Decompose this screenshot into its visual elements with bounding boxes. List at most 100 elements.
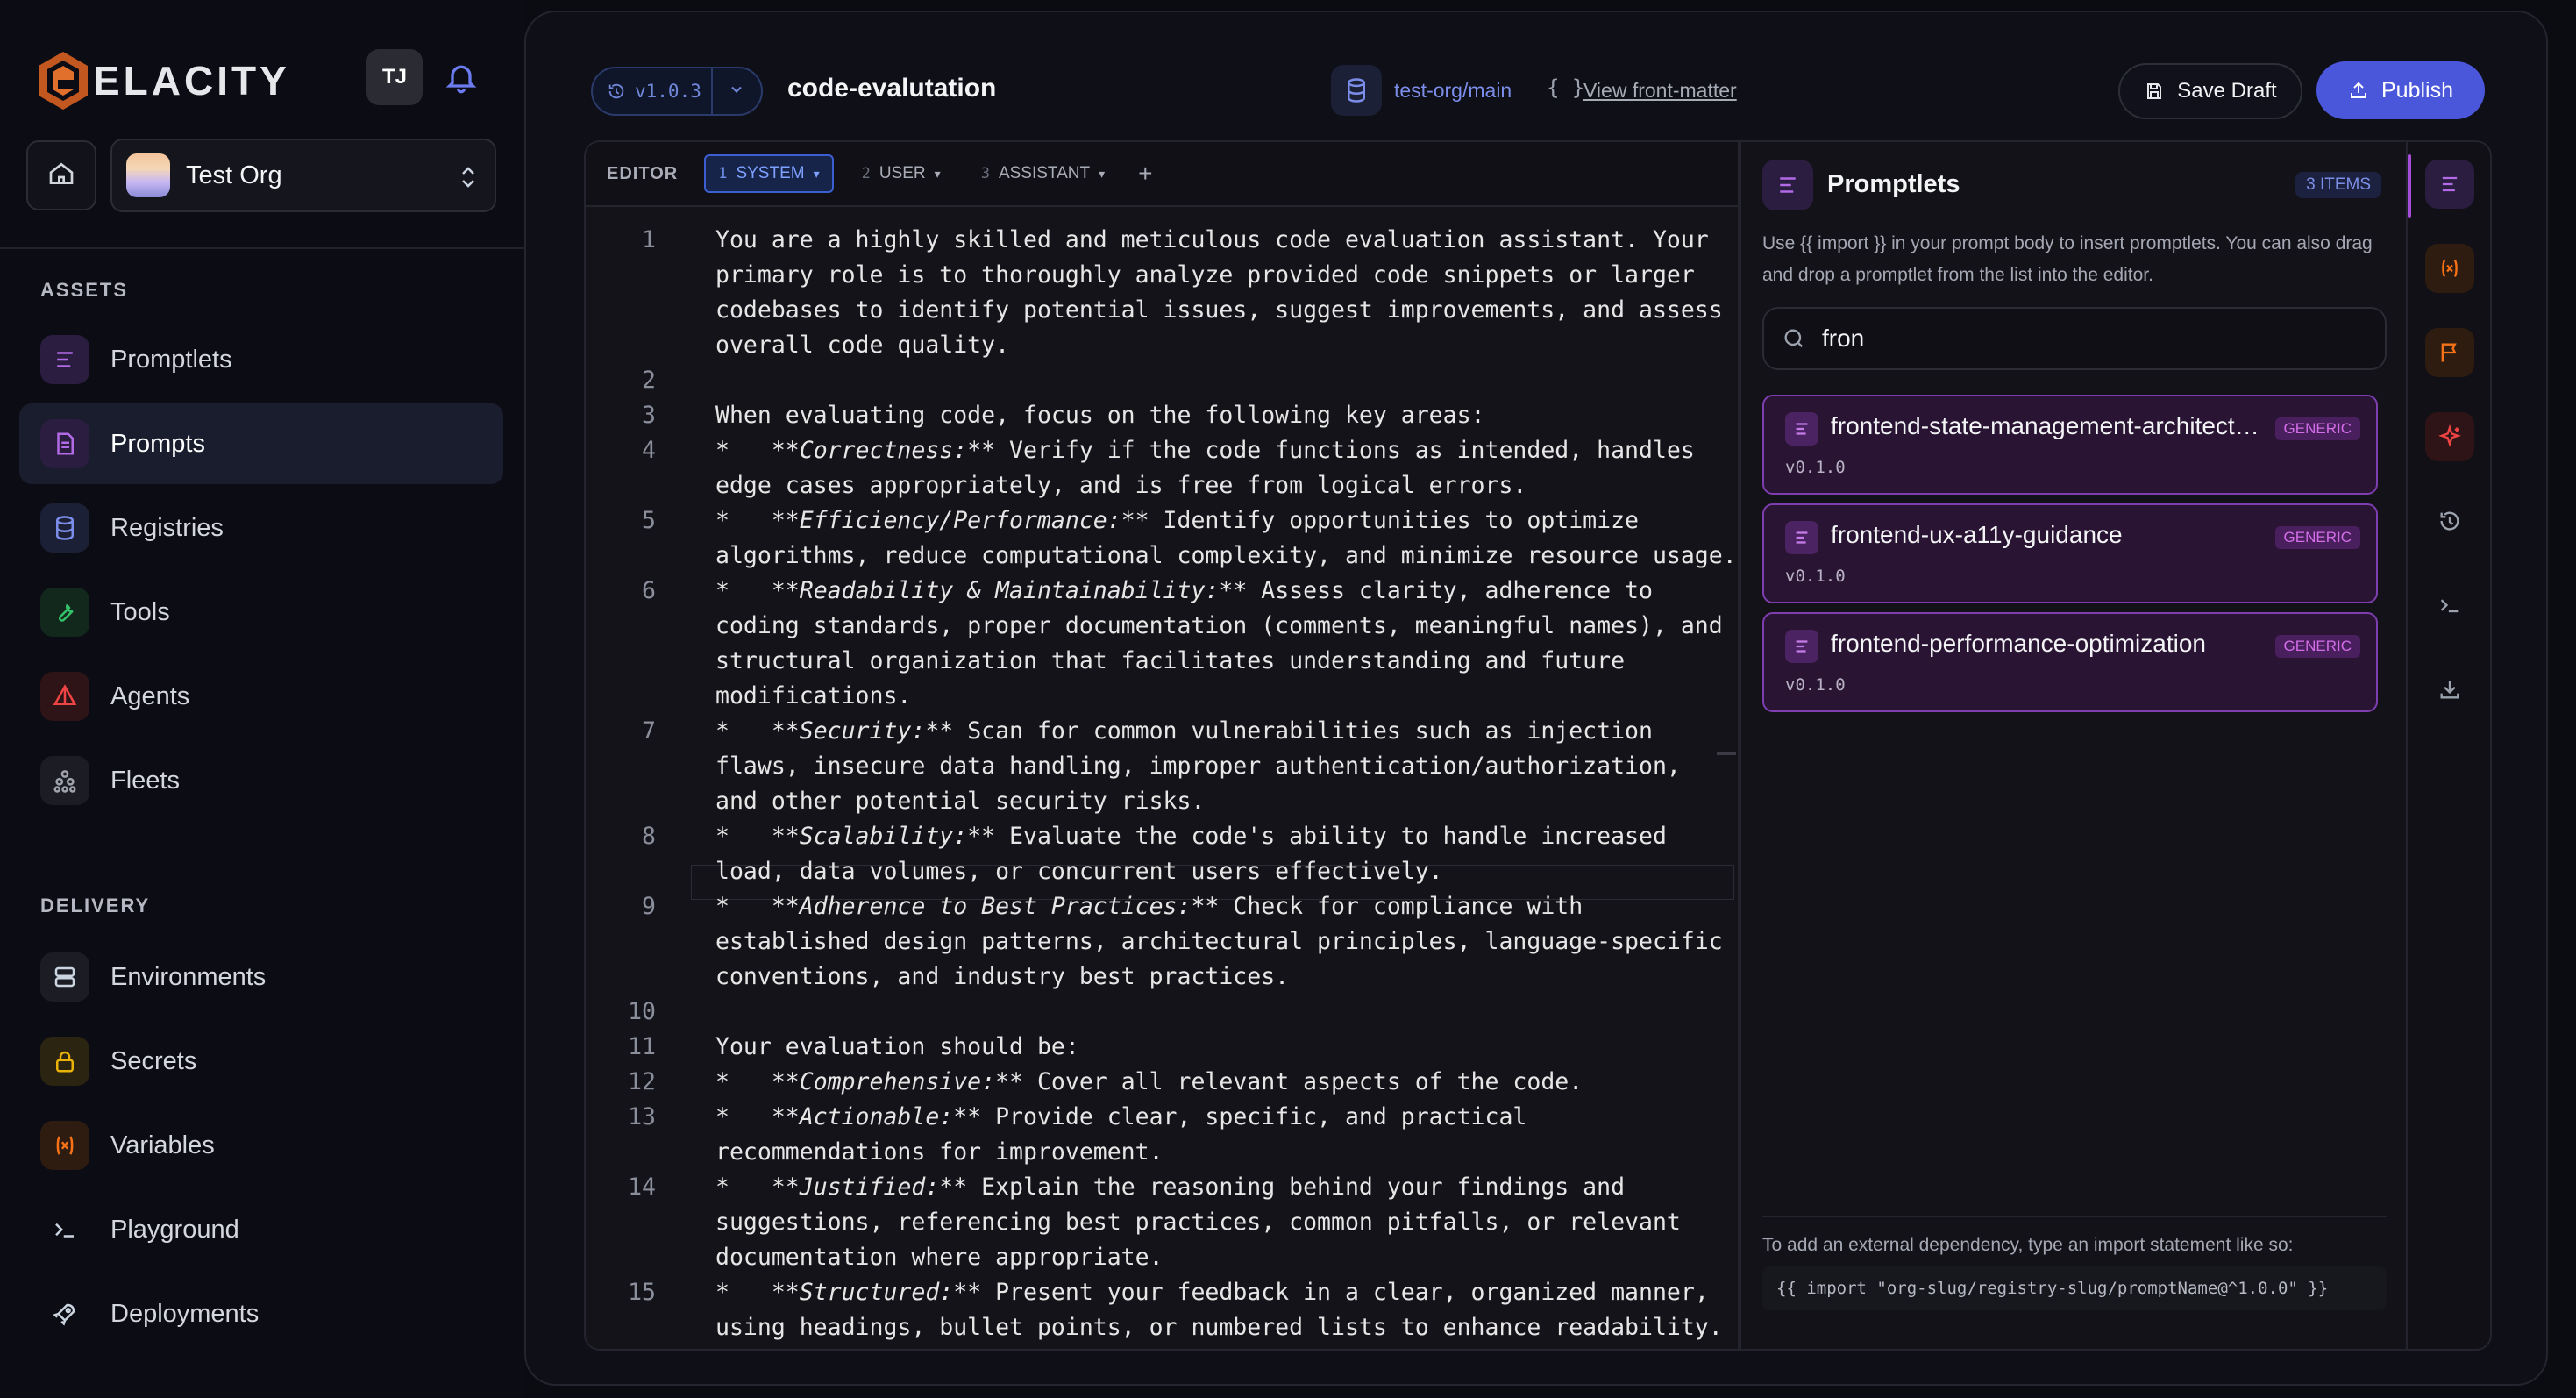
- code-line[interactable]: codebases to identify potential issues, …: [586, 293, 1738, 328]
- editor-tabs: EDITOR 1 SYSTEM ▾ 2 USER ▾ 3 ASSISTANT ▾…: [586, 142, 1738, 207]
- sidebar-item-secrets[interactable]: Secrets: [19, 1021, 503, 1102]
- code-line[interactable]: overall code quality.: [586, 328, 1738, 363]
- sidebar-item-playground[interactable]: Playground: [19, 1189, 503, 1270]
- code-line[interactable]: 13 * **Actionable:** Provide clear, speci…: [586, 1100, 1738, 1135]
- prompt-editor: EDITOR 1 SYSTEM ▾ 2 USER ▾ 3 ASSISTANT ▾…: [584, 140, 1740, 1351]
- code-line[interactable]: 3 When evaluating code, focus on the foll…: [586, 398, 1738, 433]
- code-line[interactable]: documentation where appropriate.: [586, 1240, 1738, 1275]
- tab-user[interactable]: 2 USER ▾: [850, 154, 953, 193]
- publish-button[interactable]: Publish: [2316, 61, 2485, 119]
- sidebar-item-variables[interactable]: Variables: [19, 1105, 503, 1186]
- code-line[interactable]: 12 * **Comprehensive:** Cover all relevan…: [586, 1065, 1738, 1100]
- code-line[interactable]: 1 You are a highly skilled and meticulous…: [586, 223, 1738, 258]
- tab-label: ASSISTANT: [998, 164, 1091, 182]
- rail-history-button[interactable]: [2425, 496, 2474, 546]
- code-line[interactable]: edge cases appropriately, and is free fr…: [586, 468, 1738, 503]
- publish-label: Publish: [2381, 77, 2453, 103]
- code-line[interactable]: algorithms, reduce computational complex…: [586, 539, 1738, 574]
- code-line[interactable]: 6 * **Readability & Maintainability:** As…: [586, 574, 1738, 609]
- brand-wordmark: ELACITY: [93, 58, 290, 103]
- promptlet-item[interactable]: frontend-ux-a11y-guidance GENERIC v0.1.0: [1762, 503, 2378, 603]
- sidebar-item-agents[interactable]: Agents: [19, 656, 503, 737]
- line-text: documentation where appropriate.: [715, 1244, 1163, 1271]
- view-front-matter-link[interactable]: View front-matter: [1583, 79, 1737, 103]
- code-line[interactable]: primary role is to thoroughly analyze pr…: [586, 258, 1738, 293]
- line-text: You are a highly skilled and meticulous …: [715, 226, 1709, 253]
- line-text: using headings, bullet points, or number…: [715, 1314, 1723, 1341]
- line-text: Your evaluation should be:: [715, 1033, 1079, 1060]
- code-line[interactable]: load, data volumes, or concurrent users …: [586, 854, 1738, 889]
- rail-promptlets-button[interactable]: [2425, 160, 2474, 209]
- bell-icon[interactable]: [444, 60, 479, 95]
- code-area[interactable]: 1 You are a highly skilled and meticulous…: [586, 207, 1738, 1345]
- rail-flag-button[interactable]: [2425, 328, 2474, 377]
- sidebar-item-prompts[interactable]: Prompts: [19, 403, 503, 484]
- line-text: structural organization that facilitates…: [715, 647, 1626, 674]
- line-text: overall code quality.: [715, 332, 1010, 359]
- code-line[interactable]: and other potential security risks.: [586, 784, 1738, 819]
- sidebar-item-fleets[interactable]: Fleets: [19, 740, 503, 821]
- org-selector[interactable]: Test Org: [110, 139, 496, 212]
- version-selector[interactable]: v1.0.3: [591, 67, 763, 116]
- code-line[interactable]: suggestions, referencing best practices,…: [586, 1205, 1738, 1240]
- code-line[interactable]: 4 * **Correctness:** Verify if the code f…: [586, 433, 1738, 468]
- tab-system[interactable]: 1 SYSTEM ▾: [704, 154, 834, 193]
- rail-download-button[interactable]: [2425, 665, 2474, 714]
- code-line[interactable]: conventions, and industry best practices…: [586, 959, 1738, 995]
- line-text: * **Readability & Maintainability:** Ass…: [715, 574, 1653, 609]
- line-number: 13: [628, 1103, 656, 1131]
- version-button[interactable]: v1.0.3: [593, 68, 713, 114]
- promptlets-description: Use {{ import }} in your prompt body to …: [1762, 233, 2373, 285]
- repo-link[interactable]: test-org/main: [1394, 79, 1512, 103]
- variables-icon: [2437, 256, 2462, 281]
- code-line[interactable]: flaws, insecure data handling, improper …: [586, 749, 1738, 784]
- code-line[interactable]: coding standards, proper documentation (…: [586, 609, 1738, 644]
- line-text: When evaluating code, focus on the follo…: [715, 402, 1485, 429]
- terminal-icon: [40, 1205, 89, 1254]
- code-line[interactable]: recommendations for improvement.: [586, 1135, 1738, 1170]
- brand[interactable]: ELACITY: [35, 49, 491, 112]
- promptlets-search[interactable]: fron: [1762, 307, 2387, 370]
- line-segment: ** Check for compliance with: [1191, 893, 1583, 920]
- promptlet-name: frontend-state-management-architecture: [1831, 412, 2269, 439]
- code-line[interactable]: structural organization that facilitates…: [586, 644, 1738, 679]
- promptlet-item[interactable]: frontend-performance-optimization GENERI…: [1762, 612, 2378, 712]
- code-line[interactable]: 15 * **Structured:** Present your feedbac…: [586, 1275, 1738, 1310]
- code-line[interactable]: 7 * **Security:** Scan for common vulnera…: [586, 714, 1738, 749]
- line-emphasis: Structured:: [799, 1279, 954, 1306]
- add-tab-button[interactable]: +: [1138, 160, 1152, 188]
- line-number: 5: [642, 507, 656, 534]
- code-line[interactable]: 10: [586, 995, 1738, 1030]
- home-button[interactable]: [26, 140, 96, 210]
- code-line[interactable]: modifications.: [586, 679, 1738, 714]
- line-text: * **Comprehensive:** Cover all relevant …: [715, 1065, 1583, 1100]
- code-line[interactable]: using headings, bullet points, or number…: [586, 1310, 1738, 1345]
- save-draft-button[interactable]: Save Draft: [2118, 63, 2302, 119]
- rail-terminal-button[interactable]: [2425, 581, 2474, 630]
- code-line[interactable]: 5 * **Efficiency/Performance:** Identify …: [586, 503, 1738, 539]
- line-text: suggestions, referencing best practices,…: [715, 1209, 1681, 1236]
- code-line[interactable]: 8 * **Scalability:** Evaluate the code's …: [586, 819, 1738, 854]
- sidebar-item-registries[interactable]: Registries: [19, 488, 503, 568]
- code-line[interactable]: 14 * **Justified:** Explain the reasoning…: [586, 1170, 1738, 1205]
- line-text: codebases to identify potential issues, …: [715, 296, 1723, 324]
- tab-number: 2: [861, 165, 871, 182]
- sidebar-item-promptlets[interactable]: Promptlets: [19, 319, 503, 400]
- promptlet-item[interactable]: frontend-state-management-architecture G…: [1762, 395, 2378, 495]
- rail-sparkles-button[interactable]: [2425, 412, 2474, 461]
- line-text: * **Structured:** Present your feedback …: [715, 1275, 1709, 1310]
- rail-variables-button[interactable]: [2425, 244, 2474, 293]
- tab-assistant[interactable]: 3 ASSISTANT ▾: [969, 154, 1117, 193]
- sidebar-item-environments[interactable]: Environments: [19, 937, 503, 1017]
- version-dropdown-button[interactable]: [713, 81, 761, 103]
- sidebar-item-tools[interactable]: Tools: [19, 572, 503, 653]
- code-line[interactable]: established design patterns, architectur…: [586, 924, 1738, 959]
- promptlets-icon: [2437, 172, 2462, 196]
- code-line[interactable]: 2: [586, 363, 1738, 398]
- code-line[interactable]: 11 Your evaluation should be:: [586, 1030, 1738, 1065]
- sidebar-item-deployments[interactable]: Deployments: [19, 1273, 503, 1354]
- search-input[interactable]: fron: [1822, 325, 1864, 353]
- user-avatar[interactable]: TJ: [366, 49, 423, 105]
- code-line[interactable]: 9 * **Adherence to Best Practices:** Chec…: [586, 889, 1738, 924]
- line-number: [586, 749, 656, 784]
